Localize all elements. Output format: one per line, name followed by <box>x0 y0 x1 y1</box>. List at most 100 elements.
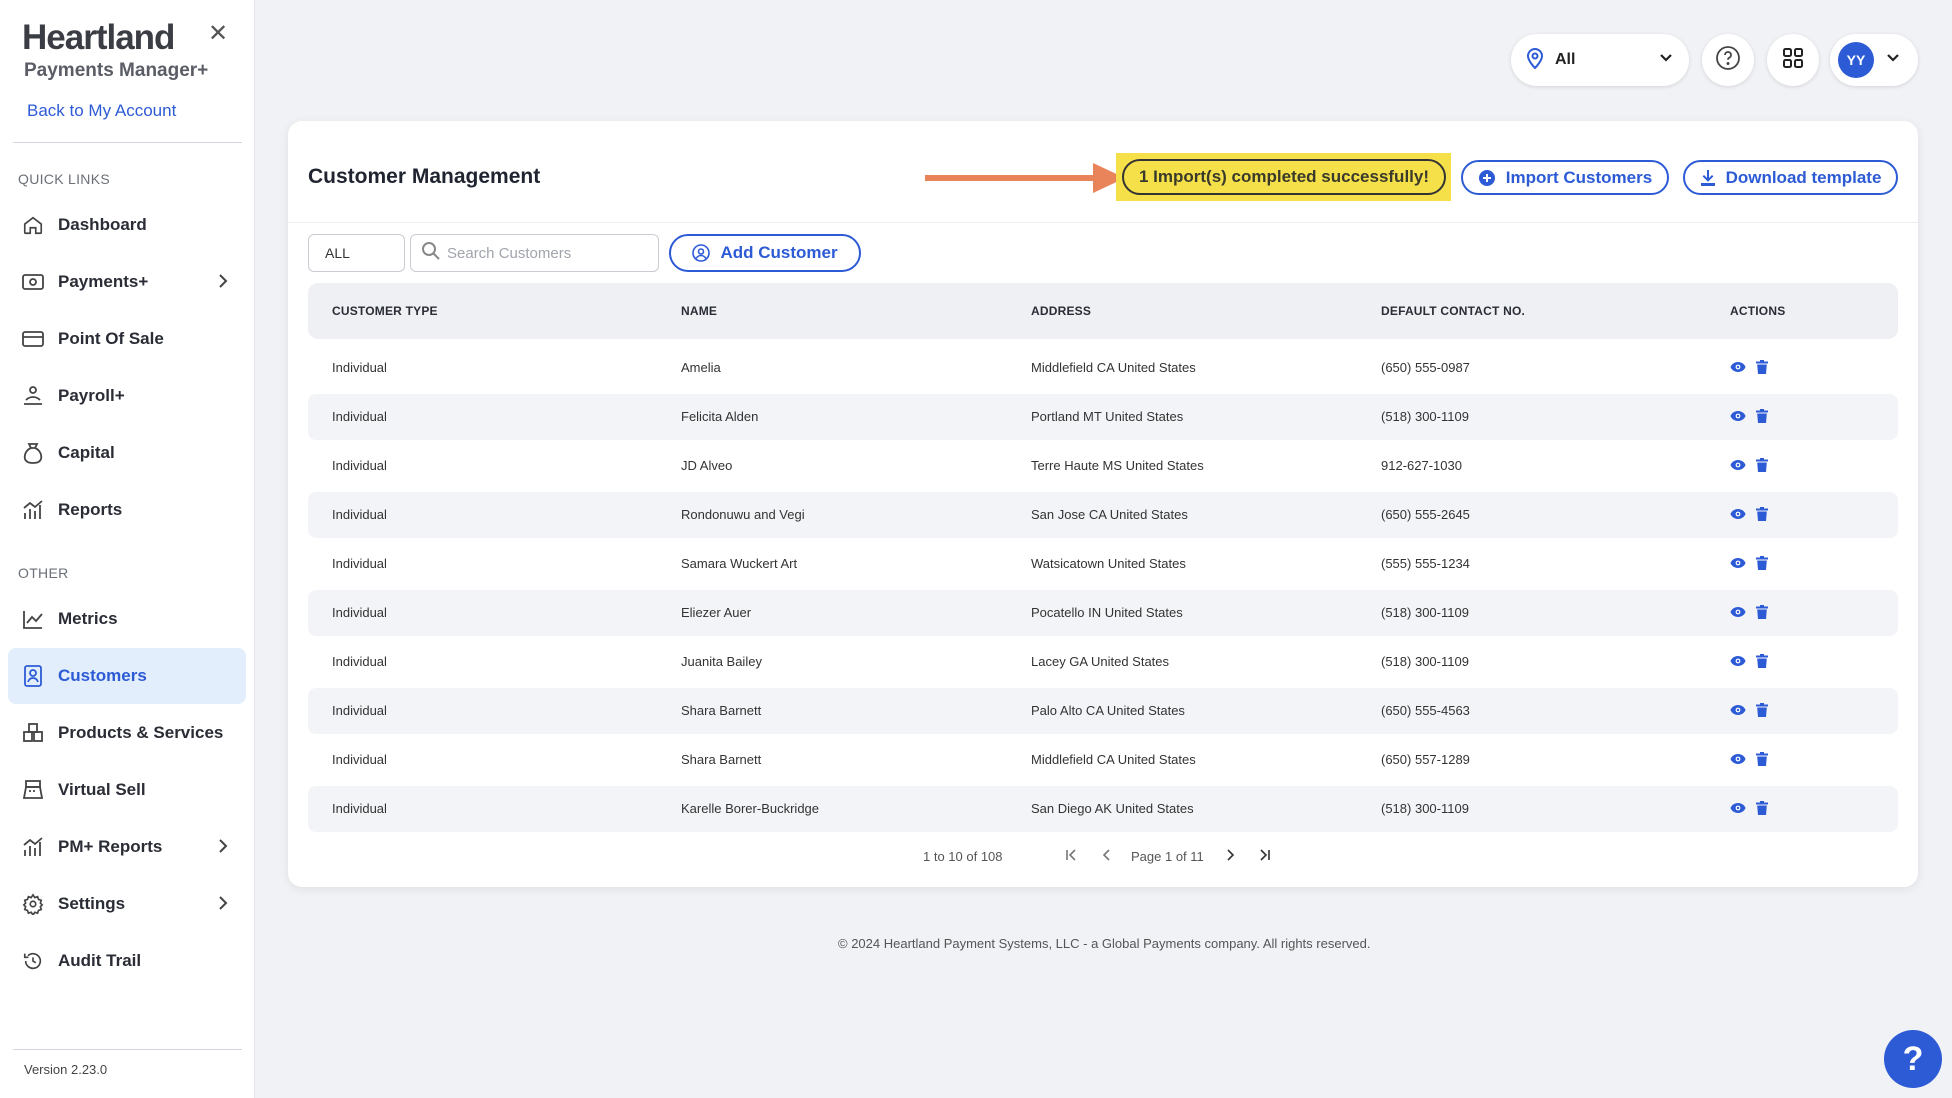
view-icon[interactable] <box>1730 753 1746 765</box>
sidebar-item-capital[interactable]: Capital <box>8 425 246 481</box>
delete-icon[interactable] <box>1756 409 1768 423</box>
chevron-down-icon <box>1886 51 1900 70</box>
search-icon <box>421 241 441 266</box>
last-page-icon[interactable] <box>1258 848 1272 862</box>
contact-cell: (650) 555-2645 <box>1381 507 1470 522</box>
delete-icon[interactable] <box>1756 654 1768 668</box>
sidebar-item-audit-trail[interactable]: Audit Trail <box>8 933 246 989</box>
sidebar-item-settings[interactable]: Settings <box>8 876 246 932</box>
name-cell: Karelle Borer-Buckridge <box>681 801 820 816</box>
delete-icon[interactable] <box>1756 360 1768 374</box>
sidebar-item-label: Point Of Sale <box>58 329 164 348</box>
sidebar-item-label: Payroll+ <box>58 386 125 405</box>
customer-type-cell: Individual <box>332 605 387 620</box>
footer-copyright: © 2024 Heartland Payment Systems, LLC - … <box>838 936 1371 951</box>
sidebar-item-label: Metrics <box>58 609 118 628</box>
customer-type-cell: Individual <box>332 360 387 375</box>
sidebar-item-reports[interactable]: Reports <box>8 482 246 538</box>
reports-icon <box>20 497 46 523</box>
import-customers-button[interactable]: Import Customers <box>1461 160 1669 195</box>
view-icon[interactable] <box>1730 459 1746 471</box>
name-cell: Amelia <box>681 360 721 375</box>
help-fab-button[interactable]: ? <box>1884 1030 1942 1088</box>
sidebar-item-payments[interactable]: Payments+ <box>8 254 246 310</box>
divider <box>288 222 1918 223</box>
download-template-label: Download template <box>1725 167 1882 187</box>
sidebar-item-label: Virtual Sell <box>58 780 146 799</box>
table-header: CUSTOMER TYPE NAME ADDRESS DEFAULT CONTA… <box>308 283 1898 339</box>
view-icon[interactable] <box>1730 361 1746 373</box>
delete-icon[interactable] <box>1756 605 1768 619</box>
delete-icon[interactable] <box>1756 703 1768 717</box>
sidebar-item-label: Dashboard <box>58 215 147 234</box>
address-cell: Lacey GA United States <box>1031 654 1170 669</box>
view-icon[interactable] <box>1730 410 1746 422</box>
other-label: OTHER <box>18 565 69 581</box>
pagination-range: 1 to 10 of 108 <box>923 849 1003 864</box>
table-row: Individual Shara Barnett Palo Alto CA Unit… <box>308 688 1898 734</box>
chevron-right-icon <box>218 895 228 916</box>
contact-cell: 912-627-1030 <box>1381 458 1462 473</box>
contact-cell: (555) 555-1234 <box>1381 556 1470 571</box>
back-to-account-link[interactable]: Back to My Account <box>27 101 176 121</box>
customer-type-filter[interactable]: ALL <box>308 234 405 272</box>
gear-icon <box>20 891 46 917</box>
avatar: YY <box>1838 42 1874 78</box>
plus-circle-icon <box>1478 169 1496 187</box>
view-icon[interactable] <box>1730 557 1746 569</box>
previous-page-icon[interactable] <box>1100 848 1114 862</box>
customer-type-cell: Individual <box>332 507 387 522</box>
next-page-icon[interactable] <box>1223 848 1237 862</box>
user-menu-button[interactable]: YY <box>1830 34 1918 86</box>
contact-cell: (518) 300-1109 <box>1381 605 1469 620</box>
name-cell: Samara Wuckert Art <box>681 556 798 571</box>
sidebar-item-virtual-sell[interactable]: Virtual Sell <box>8 762 246 818</box>
download-template-button[interactable]: Download template <box>1683 160 1898 195</box>
sidebar: Heartland Payments Manager+ ✕ Back to My… <box>0 0 255 1098</box>
add-customer-button[interactable]: Add Customer <box>669 234 861 272</box>
sidebar-item-pm-reports[interactable]: PM+ Reports <box>8 819 246 875</box>
location-select[interactable]: All <box>1511 34 1689 86</box>
add-customer-label: Add Customer <box>720 243 838 262</box>
contact-cell: (650) 555-0987 <box>1381 360 1470 375</box>
customer-type-cell: Individual <box>332 654 387 669</box>
apps-button[interactable] <box>1767 34 1819 86</box>
table-row: Individual Juanita Bailey Lacey GA United … <box>308 639 1898 685</box>
view-icon[interactable] <box>1730 606 1746 618</box>
delete-icon[interactable] <box>1756 752 1768 766</box>
sidebar-item-point-of-sale[interactable]: Point Of Sale <box>8 311 246 367</box>
view-icon[interactable] <box>1730 802 1746 814</box>
search-input[interactable] <box>447 244 637 262</box>
address-cell: San Jose CA United States <box>1031 507 1188 522</box>
view-icon[interactable] <box>1730 655 1746 667</box>
view-icon[interactable] <box>1730 508 1746 520</box>
delete-icon[interactable] <box>1756 458 1768 472</box>
delete-icon[interactable] <box>1756 507 1768 521</box>
sidebar-item-customers[interactable]: Customers <box>8 648 246 704</box>
help-button[interactable] <box>1702 34 1754 86</box>
name-cell: JD Alveo <box>681 458 733 473</box>
delete-icon[interactable] <box>1756 556 1768 570</box>
brand-subtitle: Payments Manager+ <box>24 60 209 81</box>
sidebar-item-metrics[interactable]: Metrics <box>8 591 246 647</box>
address-cell: Palo Alto CA United States <box>1031 703 1185 718</box>
divider <box>13 142 242 143</box>
import-success-badge: 1 Import(s) completed successfully! <box>1122 159 1446 195</box>
question-circle-icon <box>1715 45 1741 76</box>
page-title: Customer Management <box>308 165 541 188</box>
sidebar-item-products-services[interactable]: Products & Services <box>8 705 246 761</box>
customer-type-cell: Individual <box>332 752 387 767</box>
customer-type-cell: Individual <box>332 458 387 473</box>
brand-logo: Heartland <box>22 18 175 57</box>
payments-icon <box>20 269 46 295</box>
name-cell: Eliezer Auer <box>681 605 752 620</box>
close-icon[interactable]: ✕ <box>206 22 230 46</box>
delete-icon[interactable] <box>1756 801 1768 815</box>
view-icon[interactable] <box>1730 704 1746 716</box>
sidebar-item-payroll[interactable]: Payroll+ <box>8 368 246 424</box>
sidebar-item-dashboard[interactable]: Dashboard <box>8 197 246 253</box>
money-bag-icon <box>20 440 46 466</box>
contact-cell: (518) 300-1109 <box>1381 409 1469 424</box>
first-page-icon[interactable] <box>1064 848 1078 862</box>
history-icon <box>20 948 46 974</box>
